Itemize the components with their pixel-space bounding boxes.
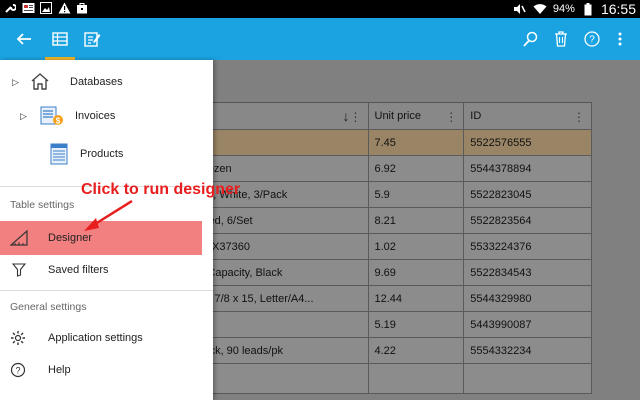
data-table: ↓ ⋮ Unit price ⋮ ID ⋮ Box of 25 7.45 552… (150, 102, 592, 394)
table-cell: 12.44 (369, 286, 465, 311)
table-row[interactable]: Black, 1-Dozen 6.92 5544378894 (151, 156, 592, 182)
table-row[interactable]: T 12 5.19 5443990087 (151, 312, 592, 338)
section-header-table-settings: Table settings (10, 199, 75, 211)
table-view-icon[interactable] (46, 18, 74, 60)
table-cell (369, 364, 465, 393)
clock: 16:55 (600, 1, 636, 17)
battery-icon (581, 2, 595, 16)
column-menu-icon[interactable]: ⋮ (350, 110, 362, 124)
table-cell: 5443990087 (464, 312, 592, 337)
column-menu-icon[interactable]: ⋮ (573, 110, 585, 124)
expand-arrow-icon[interactable]: ▷ (12, 77, 19, 88)
svg-text:?: ? (15, 366, 20, 376)
sort-arrow-icon[interactable]: ↓ (343, 108, 350, 124)
bag-icon (75, 1, 89, 15)
warning-icon (57, 1, 71, 15)
table-cell: 5533224376 (464, 234, 592, 259)
column-header-unit-price[interactable]: Unit price ⋮ (369, 103, 465, 129)
gear-icon (10, 330, 26, 349)
table-cell: 5522576555 (464, 130, 592, 155)
home-icon (30, 72, 50, 93)
image-icon (39, 1, 53, 15)
news-icon (21, 1, 35, 15)
table-row[interactable]: Tip, Assorted, 6/Set 8.21 5522823564 (151, 208, 592, 234)
overflow-menu-icon[interactable] (607, 18, 633, 60)
help-circle-icon: ? (10, 362, 26, 381)
table-cell: 5522823564 (464, 208, 592, 233)
drawer-item-application-settings[interactable]: Application settings (0, 324, 213, 352)
edit-form-icon[interactable] (78, 18, 106, 60)
table-cell (464, 364, 592, 393)
expand-arrow-icon[interactable]: ▷ (20, 111, 27, 122)
wifi-icon (533, 2, 547, 16)
section-header-general-settings: General settings (10, 301, 87, 313)
drawer-item-products[interactable]: Products (0, 140, 213, 168)
status-icons-left (3, 1, 89, 15)
table-cell: 5554332234 (464, 338, 592, 363)
table-row[interactable]: Erasers HLX37360 1.02 5533224376 (151, 234, 592, 260)
drawer-item-invoices[interactable]: ▷ $ Invoices (0, 102, 213, 130)
table-cell: 5544329980 (464, 286, 592, 311)
search-icon[interactable] (516, 18, 544, 60)
table-cell: 5.19 (369, 312, 465, 337)
table-cell: 5522823045 (464, 182, 592, 207)
invoice-dollar-icon: $ (40, 105, 64, 130)
table-cell: 7.45 (369, 130, 465, 155)
navigation-drawer: ▷ Databases ▷ $ Invoices Products Table … (0, 60, 213, 400)
drawer-item-designer[interactable]: Designer (0, 221, 213, 255)
table-row[interactable]: Binder, 4" Capacity, Black 9.69 55228345… (151, 260, 592, 286)
table-cell: 1.02 (369, 234, 465, 259)
back-arrow-icon[interactable] (10, 18, 38, 60)
table-icon (50, 143, 68, 168)
table-cell: 8.21 (369, 208, 465, 233)
filter-icon (11, 263, 27, 280)
table-cell: 4.22 (369, 338, 465, 363)
divider (0, 290, 213, 291)
table-cell: 5522834543 (464, 260, 592, 285)
column-header-id[interactable]: ID ⋮ (464, 103, 592, 129)
wrench-icon (3, 1, 17, 15)
column-menu-icon[interactable]: ⋮ (445, 110, 457, 124)
drawer-item-databases[interactable]: ▷ Databases (0, 68, 213, 96)
table-cell: 9.69 (369, 260, 465, 285)
mute-icon (513, 2, 527, 16)
table-header-row: ↓ ⋮ Unit price ⋮ ID ⋮ (151, 102, 592, 130)
drawer-item-saved-filters[interactable]: Saved filters (0, 256, 213, 284)
table-cell: 6.92 (369, 156, 465, 181)
table-cell: 5544378894 (464, 156, 592, 181)
table-cell: 5.9 (369, 182, 465, 207)
svg-text:?: ? (589, 35, 595, 46)
svg-text:$: $ (56, 117, 61, 126)
annotation-label: Click to run designer (81, 181, 241, 198)
status-icons-right: 94% 16:55 (513, 0, 636, 18)
table-row[interactable]: m, HB, Black, 90 leads/pk 4.22 555433223… (151, 338, 592, 364)
table-row[interactable]: , 15 1/8 x 8 7/8 x 15, Letter/A4... 12.4… (151, 286, 592, 312)
table-row-empty (151, 364, 592, 394)
status-bar: 94% 16:55 (0, 0, 640, 18)
drawer-item-help[interactable]: ? Help (0, 356, 213, 384)
help-icon[interactable]: ? (578, 18, 606, 60)
designer-ruler-icon (9, 229, 28, 249)
battery-percent: 94% (552, 3, 575, 15)
table-row[interactable]: Box of 25 7.45 5522576555 (151, 130, 592, 156)
app-bar: ? (0, 18, 640, 60)
delete-icon[interactable] (547, 18, 575, 60)
